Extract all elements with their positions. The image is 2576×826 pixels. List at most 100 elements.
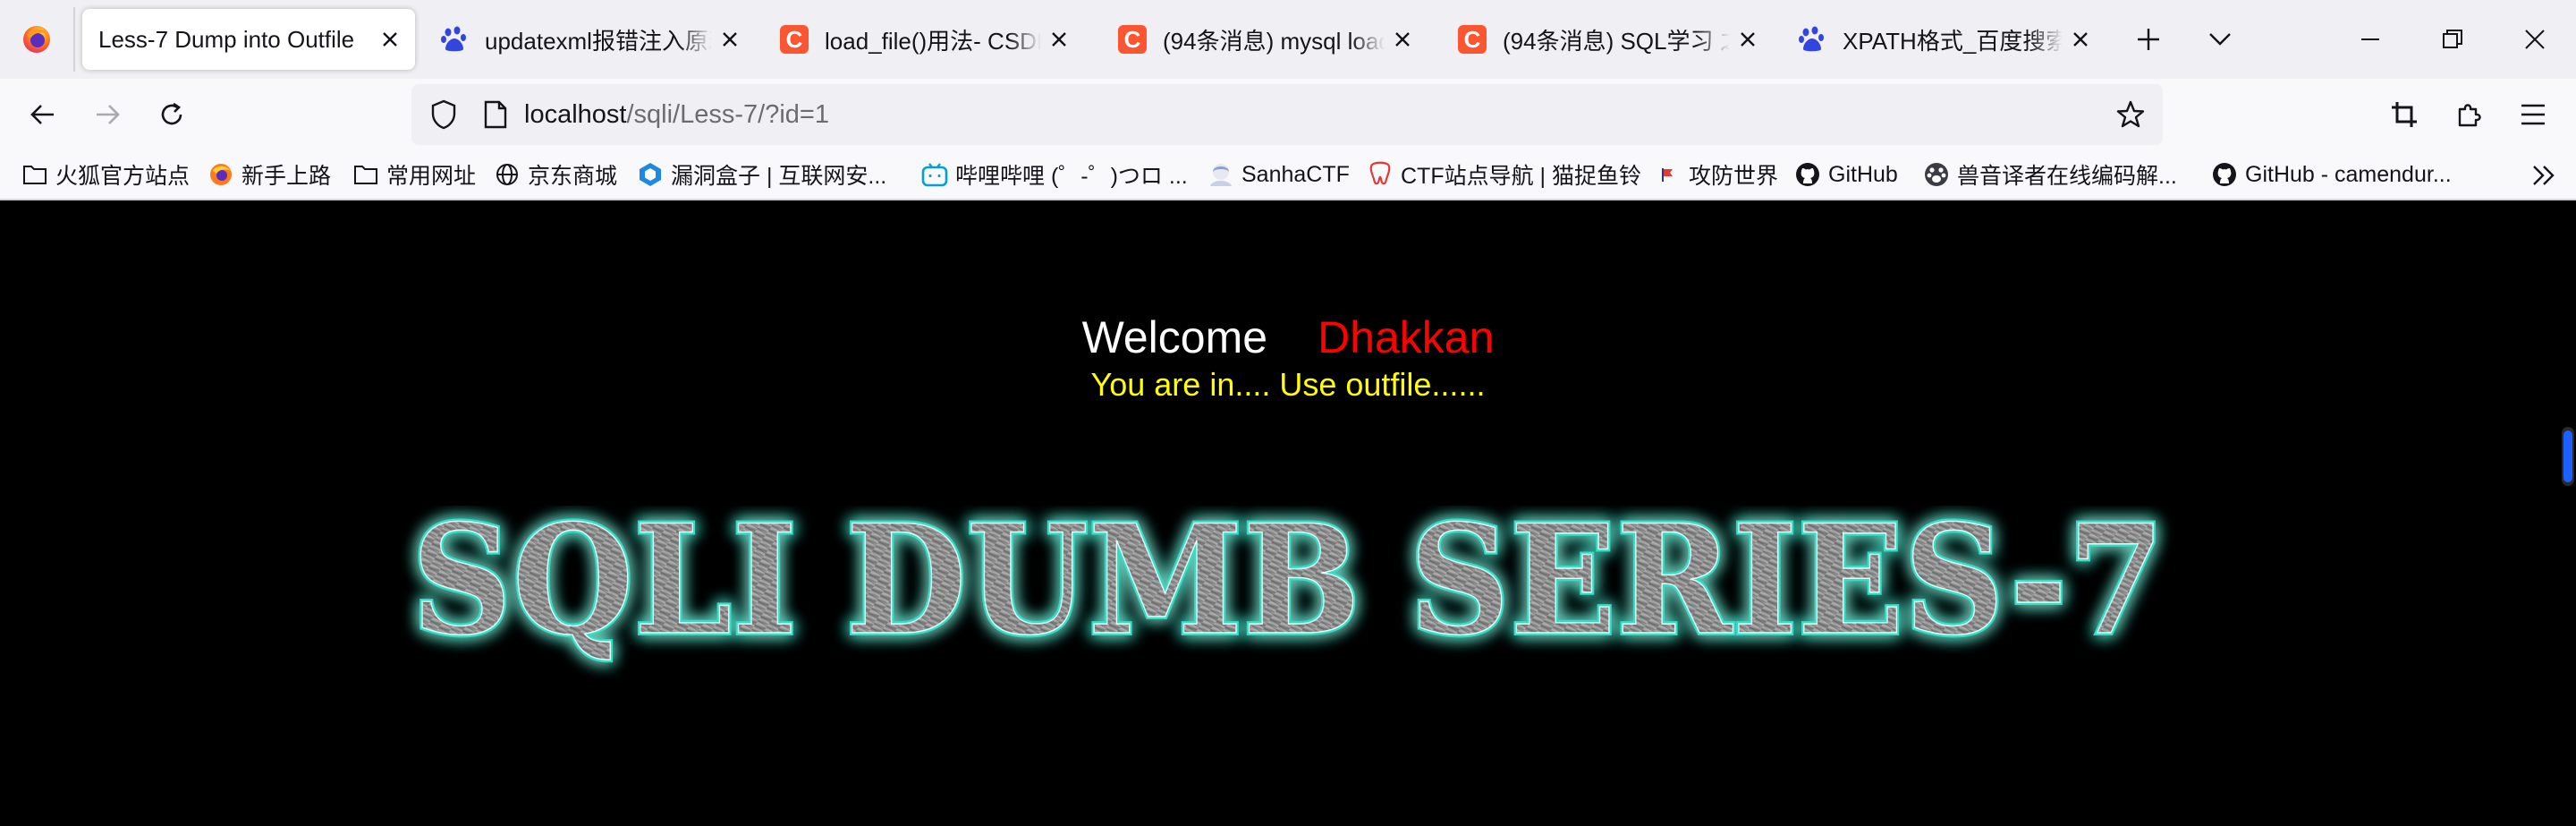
csdn-letter: C: [1118, 25, 1147, 54]
close-icon[interactable]: [712, 21, 748, 57]
double-chevron-right-icon: [2533, 166, 2555, 185]
bookmark-item[interactable]: 漏洞盒子 | 互联网安...: [637, 150, 886, 199]
bookmark-item[interactable]: 火狐官方站点: [21, 150, 190, 199]
restore-icon: [2443, 30, 2462, 48]
list-all-tabs-button[interactable]: [2193, 13, 2247, 66]
bookmark-label: 漏洞盒子 | 互联网安...: [671, 164, 887, 189]
close-icon[interactable]: [1730, 21, 1766, 57]
anime-avatar-icon: [1208, 161, 1234, 188]
bilibili-icon: [921, 161, 948, 188]
navigation-toolbar: localhost/sqli/Less-7/?id=1: [0, 79, 2576, 150]
tab-strip: Less-7 Dump into Outfile updatexml报错注入原理…: [0, 0, 2576, 79]
reload-icon: [161, 102, 182, 125]
tab-title: (94条消息) mysql load f: [1163, 27, 1385, 55]
restore-button[interactable]: [2426, 13, 2479, 66]
arrow-right-icon: [97, 105, 120, 124]
minimize-icon: [2361, 38, 2379, 40]
folder-icon: [21, 161, 48, 188]
forward-button[interactable]: [79, 86, 136, 143]
tab-load-file[interactable]: C load_file()用法- CSDN搜: [764, 9, 1084, 70]
tab-sql-study[interactable]: C (94条消息) SQL学习 之 l: [1442, 9, 1773, 70]
bookmark-item[interactable]: CTF站点导航 | 猫捉鱼铃: [1367, 150, 1641, 199]
bookmark-label: GitHub: [1828, 161, 1898, 187]
tab-title: load_file()用法- CSDN搜: [825, 27, 1041, 55]
bookmark-item[interactable]: GitHub: [1794, 150, 1898, 199]
shield-icon[interactable]: [422, 93, 465, 136]
csdn-letter: C: [1458, 25, 1487, 54]
bookmark-label: 攻防世界: [1689, 164, 1779, 189]
tab-xpath[interactable]: XPATH格式_百度搜索: [1782, 9, 2106, 70]
bookmark-item[interactable]: 兽音译者在线编码解...: [1923, 150, 2177, 199]
csdn-icon: C: [780, 25, 809, 54]
close-icon[interactable]: [1041, 21, 1077, 57]
bookmark-item[interactable]: 哔哩哔哩 (゜-゜)つロ ...: [921, 150, 1188, 199]
close-icon[interactable]: [372, 21, 408, 57]
bookmark-item[interactable]: 常用网址: [352, 150, 476, 199]
close-icon[interactable]: [2063, 21, 2098, 57]
folder-icon: [352, 161, 379, 188]
app-menu-button[interactable]: [2504, 86, 2562, 143]
bookmark-label: 哔哩哔哩 (゜-゜)つロ ...: [955, 164, 1188, 189]
reload-button[interactable]: [143, 86, 200, 143]
new-tab-button[interactable]: [2122, 13, 2175, 66]
bookmark-item[interactable]: GitHub - camendur...: [2211, 150, 2452, 199]
paw-icon: [1923, 161, 1950, 188]
tab-mysql-load[interactable]: C (94条消息) mysql load f: [1102, 9, 1428, 70]
bookmark-label: 兽音译者在线编码解...: [1957, 164, 2177, 189]
tab-title: XPATH格式_百度搜索: [1843, 27, 2063, 55]
csdn-icon: C: [1118, 25, 1147, 54]
puzzle-icon: [2458, 104, 2481, 127]
banner-title-highlight: SQLI DUMB SERIES-7: [411, 506, 2165, 668]
tab-title: (94条消息) SQL学习 之 l: [1503, 27, 1730, 55]
crop-icon: [2392, 102, 2417, 127]
tab-title: Less-7 Dump into Outfile: [98, 25, 355, 53]
firefox-icon: [23, 26, 50, 53]
globe-icon: [494, 161, 521, 188]
bookmark-item[interactable]: SanhaCTF: [1208, 150, 1350, 199]
tab-title: updatexml报错注入原理: [485, 27, 712, 55]
user-name: Dhakkan: [1318, 312, 1495, 362]
extensions-button[interactable]: [2440, 86, 2497, 143]
close-window-button[interactable]: [2508, 13, 2562, 66]
url-text[interactable]: localhost/sqli/Less-7/?id=1: [524, 84, 829, 145]
bookmark-label: 新手上路: [242, 164, 332, 189]
csdn-letter: C: [780, 25, 809, 54]
bookmark-label: 常用网址: [386, 164, 477, 189]
bookmark-star-icon[interactable]: [2109, 93, 2152, 136]
hamburger-menu-icon: [2521, 104, 2545, 125]
tab-separator: [73, 7, 75, 72]
tab-less-7[interactable]: Less-7 Dump into Outfile: [82, 9, 415, 70]
hexagon-icon: [637, 161, 664, 188]
page-scrollbar[interactable]: [2558, 201, 2576, 826]
status-message: You are in.... Use outfile......: [1090, 366, 1486, 403]
baidu-paw-icon: [440, 25, 469, 54]
bookmark-label: 京东商城: [528, 164, 618, 189]
series-banner-image: SQLI DUMB SERIES-7 SQLI DUMB SERIES-7: [409, 506, 2167, 671]
more-bookmarks-button[interactable]: [2526, 158, 2562, 193]
back-button[interactable]: [14, 86, 72, 143]
baidu-paw-icon: [1798, 25, 1826, 54]
welcome-text: Welcome: [1081, 312, 1268, 362]
bookmark-label: SanhaCTF: [1241, 161, 1350, 187]
bookmark-item[interactable]: 攻防世界: [1655, 150, 1778, 199]
welcome-line: Welcome Dhakkan: [0, 309, 2576, 366]
tooth-icon: [1367, 161, 1394, 188]
tab-updatexml[interactable]: updatexml报错注入原理: [424, 9, 755, 70]
close-icon[interactable]: [1385, 21, 1420, 57]
github-icon: [2211, 161, 2238, 188]
screenshot-button[interactable]: [2376, 86, 2433, 143]
minimize-button[interactable]: [2343, 13, 2397, 66]
bookmark-item[interactable]: 新手上路: [208, 150, 331, 199]
flag-icon: [1655, 161, 1682, 188]
chevron-down-icon: [2209, 33, 2231, 46]
address-bar[interactable]: localhost/sqli/Less-7/?id=1: [411, 84, 2163, 145]
bookmark-item[interactable]: 京东商城: [494, 150, 617, 199]
firefox-view-button[interactable]: [0, 0, 73, 79]
page-content: Welcome Dhakkan You are in.... Use outfil…: [0, 201, 2576, 826]
page-icon[interactable]: [474, 93, 517, 136]
close-icon: [2525, 30, 2545, 49]
plus-icon: [2138, 29, 2159, 50]
firefox-icon: [208, 161, 234, 188]
scrollbar-thumb[interactable]: [2563, 430, 2572, 482]
url-path: /sqli/Less-7/?id=1: [626, 100, 829, 129]
